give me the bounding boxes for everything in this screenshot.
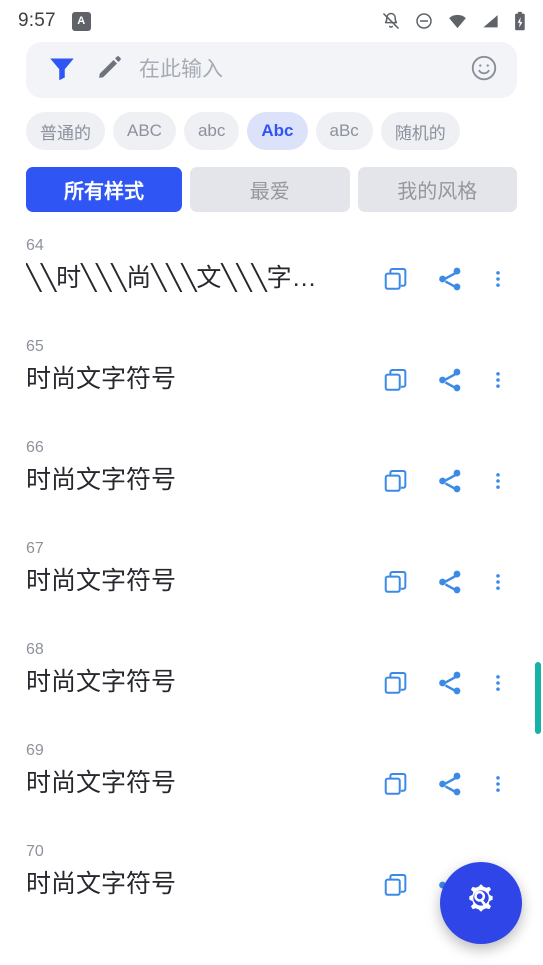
row-actions xyxy=(369,669,519,697)
copy-icon[interactable] xyxy=(369,770,423,798)
status-bar-icons xyxy=(381,11,527,32)
scrollbar-thumb[interactable] xyxy=(535,662,541,734)
signal-icon xyxy=(481,11,500,31)
list-item-text: 时尚文字符号 xyxy=(26,466,177,494)
tab-all-styles[interactable]: 所有样式 xyxy=(26,167,182,212)
tab-favorites[interactable]: 最爱 xyxy=(190,167,350,212)
case-chip-row: 普通的 ABC abc Abc aBc 随机的 xyxy=(0,98,543,150)
share-icon[interactable] xyxy=(423,366,477,394)
tab-bar: 所有样式 最爱 我的风格 xyxy=(0,150,543,212)
list-item-text: 时尚文字符号 xyxy=(26,769,177,797)
table-row[interactable]: 64 ╲╲时╲╲╲尚╲╲╲文╲╲╲字… xyxy=(0,228,543,329)
notifications-off-icon xyxy=(381,11,401,31)
chip-label: 随机的 xyxy=(394,123,446,143)
list-item-text: 时尚文字符号 xyxy=(26,870,177,898)
chip-label: Abc xyxy=(261,121,294,140)
chip-mixed[interactable]: aBc xyxy=(315,112,373,150)
list-item-number: 64 xyxy=(26,237,44,254)
app-root: 9:57 A 在此输入 普通的 ABC abc Abc aBc 随机的 所有样式… xyxy=(0,0,543,965)
more-vertical-icon[interactable] xyxy=(477,569,519,595)
copy-icon[interactable] xyxy=(369,871,423,899)
share-icon[interactable] xyxy=(423,467,477,495)
chip-normal[interactable]: 普通的 xyxy=(26,112,105,150)
status-bar-clock: 9:57 xyxy=(18,10,56,31)
more-vertical-icon[interactable] xyxy=(477,266,519,292)
pencil-icon[interactable] xyxy=(96,54,123,86)
battery-charging-icon xyxy=(513,11,527,32)
chip-label: abc xyxy=(197,121,226,140)
list-item-number: 67 xyxy=(26,540,44,557)
filter-icon[interactable] xyxy=(46,53,78,88)
row-actions xyxy=(369,568,519,596)
chip-label: ABC xyxy=(127,121,162,140)
share-icon[interactable] xyxy=(423,669,477,697)
more-vertical-icon[interactable] xyxy=(477,670,519,696)
tab-label: 所有样式 xyxy=(64,181,144,203)
search-input[interactable] xyxy=(139,58,459,82)
table-row[interactable]: 68 时尚文字符号 xyxy=(0,632,543,733)
row-actions xyxy=(369,366,519,394)
row-actions xyxy=(369,770,519,798)
list-item-number: 70 xyxy=(26,843,44,860)
more-vertical-icon[interactable] xyxy=(477,367,519,393)
list-item-text: 时尚文字符号 xyxy=(26,567,177,595)
list-item-number: 65 xyxy=(26,338,44,355)
style-list[interactable]: 64 ╲╲时╲╲╲尚╲╲╲文╲╲╲字… 65 时尚文字符号 66 时尚文字符号 … xyxy=(0,228,543,930)
tab-label: 最爱 xyxy=(249,181,290,203)
chip-label: aBc xyxy=(329,121,359,140)
settings-fab-button[interactable] xyxy=(440,862,522,944)
search-bar-container xyxy=(0,42,543,98)
row-actions xyxy=(369,467,519,495)
table-row[interactable]: 67 时尚文字符号 xyxy=(0,531,543,632)
copy-icon[interactable] xyxy=(369,366,423,394)
chip-lower[interactable]: abc xyxy=(183,112,240,150)
copy-icon[interactable] xyxy=(369,669,423,697)
list-item-text: 时尚文字符号 xyxy=(26,365,177,393)
share-icon[interactable] xyxy=(423,770,477,798)
list-item-text: 时尚文字符号 xyxy=(26,668,177,696)
list-item-number: 66 xyxy=(26,439,44,456)
row-actions xyxy=(369,265,519,293)
chip-upper[interactable]: ABC xyxy=(113,112,176,150)
tab-label: 我的风格 xyxy=(397,181,478,203)
search-bar[interactable] xyxy=(26,42,517,98)
list-item-number: 68 xyxy=(26,641,44,658)
copy-icon[interactable] xyxy=(369,265,423,293)
emoji-icon[interactable] xyxy=(469,53,499,88)
table-row[interactable]: 66 时尚文字符号 xyxy=(0,430,543,531)
more-vertical-icon[interactable] xyxy=(477,771,519,797)
scrollbar-track[interactable] xyxy=(533,228,543,930)
status-bar: 9:57 A xyxy=(0,0,543,42)
share-icon[interactable] xyxy=(423,568,477,596)
more-vertical-icon[interactable] xyxy=(477,468,519,494)
wifi-icon xyxy=(447,11,468,31)
chip-title[interactable]: Abc xyxy=(247,112,308,150)
status-bar-app-badge-icon: A xyxy=(71,11,91,31)
chip-label: 普通的 xyxy=(40,123,91,143)
copy-icon[interactable] xyxy=(369,467,423,495)
list-item-text: ╲╲时╲╲╲尚╲╲╲文╲╲╲字… xyxy=(26,264,317,292)
share-icon[interactable] xyxy=(423,265,477,293)
table-row[interactable]: 69 时尚文字符号 xyxy=(0,733,543,834)
tab-my-styles[interactable]: 我的风格 xyxy=(357,167,517,212)
table-row[interactable]: 65 时尚文字符号 xyxy=(0,329,543,430)
do-not-disturb-icon xyxy=(414,11,434,31)
copy-icon[interactable] xyxy=(369,568,423,596)
list-item-number: 69 xyxy=(26,742,44,759)
chip-random[interactable]: 随机的 xyxy=(380,112,460,150)
settings-wrench-icon xyxy=(461,881,501,926)
